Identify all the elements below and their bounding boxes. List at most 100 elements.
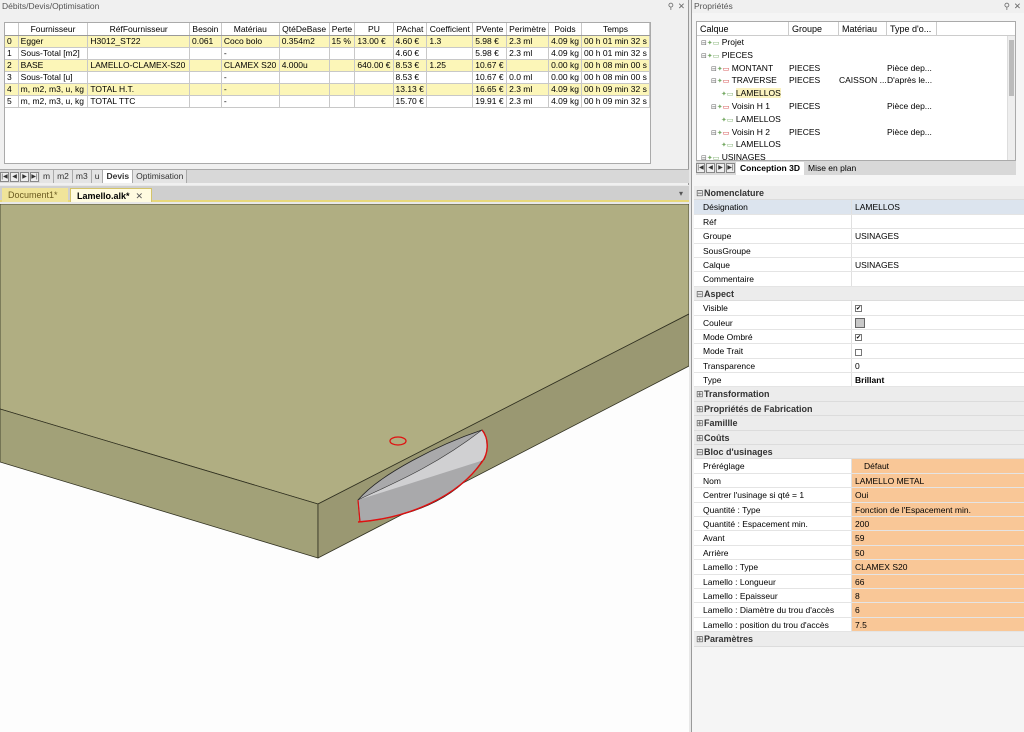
devis-cell[interactable]: 00 h 09 min 32 s: [581, 95, 650, 108]
col-groupe[interactable]: Groupe: [789, 22, 839, 35]
devis-cell[interactable]: [189, 95, 222, 108]
col-type[interactable]: Type d'o...: [887, 22, 937, 35]
devis-column-header[interactable]: Poids: [548, 23, 582, 36]
checkbox-checked-icon[interactable]: ✔: [855, 305, 862, 313]
property-value[interactable]: CLAMEX S20: [852, 560, 1024, 574]
devis-cell[interactable]: [329, 95, 356, 108]
collapse-icon[interactable]: ⊟: [696, 445, 704, 459]
property-value[interactable]: USINAGES: [852, 258, 1024, 271]
devis-column-header[interactable]: Besoin: [189, 23, 222, 36]
tree-node[interactable]: ⊟✦▭ PIECES: [697, 49, 1015, 62]
devis-cell[interactable]: 4.09 kg: [548, 83, 582, 96]
prop-transparence[interactable]: Transparence 0: [694, 358, 1024, 374]
property-value[interactable]: LAMELLOS: [852, 200, 1024, 213]
devis-column-header[interactable]: Fournisseur: [18, 23, 89, 36]
devis-cell[interactable]: 4.60 €: [393, 35, 428, 48]
tab-m[interactable]: m: [40, 170, 55, 183]
tab-mise-en-plan[interactable]: Mise en plan: [804, 162, 860, 175]
devis-cell[interactable]: [189, 71, 222, 84]
prop-visible[interactable]: Visible ✔: [694, 301, 1024, 316]
devis-cell[interactable]: 8.53 €: [393, 71, 428, 84]
prop-type-value[interactable]: Brillant: [855, 375, 884, 385]
devis-cell[interactable]: [329, 47, 356, 60]
color-swatch[interactable]: [855, 318, 865, 329]
property-row[interactable]: Avant 59: [694, 531, 1024, 546]
prop-type[interactable]: Type Brillant: [694, 373, 1024, 388]
devis-cell[interactable]: [354, 71, 394, 84]
property-value[interactable]: 8: [852, 588, 1024, 603]
devis-cell[interactable]: Sous-Total [m2]: [18, 47, 89, 60]
section-fabrication[interactable]: ⊞Propriétés de Fabrication: [694, 401, 1024, 417]
tree-node[interactable]: ⊟✦▭ MONTANT PIECES Pièce dep...: [697, 62, 1015, 75]
property-value[interactable]: [852, 272, 1024, 285]
prev-tab-icon[interactable]: ◀: [10, 171, 19, 182]
devis-cell[interactable]: [426, 83, 474, 96]
tree-node[interactable]: ✦▭ LAMELLOS: [697, 113, 1015, 126]
tab-conception-3d[interactable]: Conception 3D: [736, 161, 804, 175]
tree-node[interactable]: ⊟✦▭ Projet: [697, 36, 1015, 49]
devis-column-header[interactable]: PAchat: [393, 23, 428, 36]
expand-icon[interactable]: ⊞: [696, 431, 704, 445]
tree-node[interactable]: ⊟✦▭ USINAGES: [697, 151, 1015, 160]
property-row[interactable]: Nom LAMELLO METAL: [694, 473, 1024, 489]
property-value[interactable]: [852, 244, 1024, 257]
devis-cell[interactable]: m, m2, m3, u, kg: [18, 83, 89, 96]
devis-cell[interactable]: -: [221, 71, 280, 84]
devis-cell[interactable]: [279, 71, 330, 84]
devis-cell[interactable]: [426, 95, 474, 108]
tab-lamello[interactable]: Lamello.alk* ✕: [70, 188, 152, 202]
devis-grid[interactable]: Fournisseur RéfFournisseur Besoin Matériau Q…: [4, 22, 651, 164]
section-couts[interactable]: ⊞Coûts: [694, 430, 1024, 446]
devis-cell[interactable]: [329, 71, 356, 84]
devis-cell[interactable]: CLAMEX S20: [221, 59, 280, 72]
devis-cell[interactable]: [426, 71, 474, 84]
tree-node[interactable]: ⊟✦▭ Voisin H 2 PIECES Pièce dep...: [697, 126, 1015, 139]
devis-cell[interactable]: 15 %: [329, 35, 356, 48]
property-row[interactable]: Lamello : Longueur 66: [694, 574, 1024, 589]
devis-column-header[interactable]: [5, 23, 19, 36]
property-value[interactable]: USINAGES: [852, 229, 1024, 242]
tree-scrollbar[interactable]: [1007, 36, 1015, 160]
devis-row[interactable]: 0 Egger H3012_ST22 0.061 Coco bolo 0.354m2 15 …: [5, 35, 650, 48]
property-value[interactable]: [852, 215, 1024, 228]
devis-cell[interactable]: 5.98 €: [472, 47, 508, 60]
property-row[interactable]: Quantité : Type Fonction de l'Espacement …: [694, 502, 1024, 517]
tab-m2[interactable]: m2: [54, 170, 73, 183]
devis-cell[interactable]: 8.53 €: [393, 59, 428, 72]
devis-cell[interactable]: 10.67 €: [472, 59, 508, 72]
collapse-icon[interactable]: ⊟: [696, 186, 704, 200]
devis-cell[interactable]: 4: [5, 83, 19, 96]
prop-transparence-value[interactable]: 0: [852, 359, 1024, 372]
devis-cell[interactable]: -: [221, 47, 280, 60]
property-value[interactable]: 59: [852, 531, 1024, 545]
devis-cell[interactable]: 2.3 ml: [506, 95, 550, 108]
devis-cell[interactable]: 4.09 kg: [548, 47, 582, 60]
property-row[interactable]: Réf: [694, 214, 1024, 230]
next-tab-icon[interactable]: ▶: [20, 171, 29, 182]
devis-cell[interactable]: [329, 59, 356, 72]
tree-scroll-thumb[interactable]: [1009, 40, 1014, 96]
devis-cell[interactable]: 1: [5, 47, 19, 60]
devis-cell[interactable]: TOTAL H.T.: [87, 83, 191, 96]
devis-cell[interactable]: H3012_ST22: [87, 35, 191, 48]
property-row[interactable]: Commentaire: [694, 272, 1024, 287]
devis-cell[interactable]: [354, 95, 394, 108]
devis-cell[interactable]: 5: [5, 95, 19, 108]
devis-cell[interactable]: Egger: [18, 35, 89, 48]
last-tab-icon[interactable]: ▶|: [726, 163, 735, 173]
devis-cell[interactable]: 00 h 01 min 32 s: [581, 35, 650, 48]
devis-cell[interactable]: -: [221, 95, 280, 108]
tree-node[interactable]: ⊟✦▭ Voisin H 1 PIECES Pièce dep...: [697, 100, 1015, 113]
prop-couleur[interactable]: Couleur: [694, 315, 1024, 330]
property-value[interactable]: 6: [852, 603, 1024, 617]
devis-cell[interactable]: [426, 47, 474, 60]
tree-node[interactable]: ✦▭ LAMELLOS: [697, 138, 1015, 151]
tab-m3[interactable]: m3: [72, 170, 92, 183]
prev-tab-icon[interactable]: ◀: [706, 163, 715, 173]
tab-document1[interactable]: Document1*: [2, 188, 68, 202]
property-row[interactable]: Groupe USINAGES: [694, 229, 1024, 244]
property-row[interactable]: Lamello : Epaisseur 8: [694, 588, 1024, 604]
devis-cell[interactable]: 00 h 09 min 32 s: [581, 83, 650, 96]
expand-icon[interactable]: ⊞: [696, 387, 704, 401]
devis-cell[interactable]: 15.70 €: [393, 95, 428, 108]
